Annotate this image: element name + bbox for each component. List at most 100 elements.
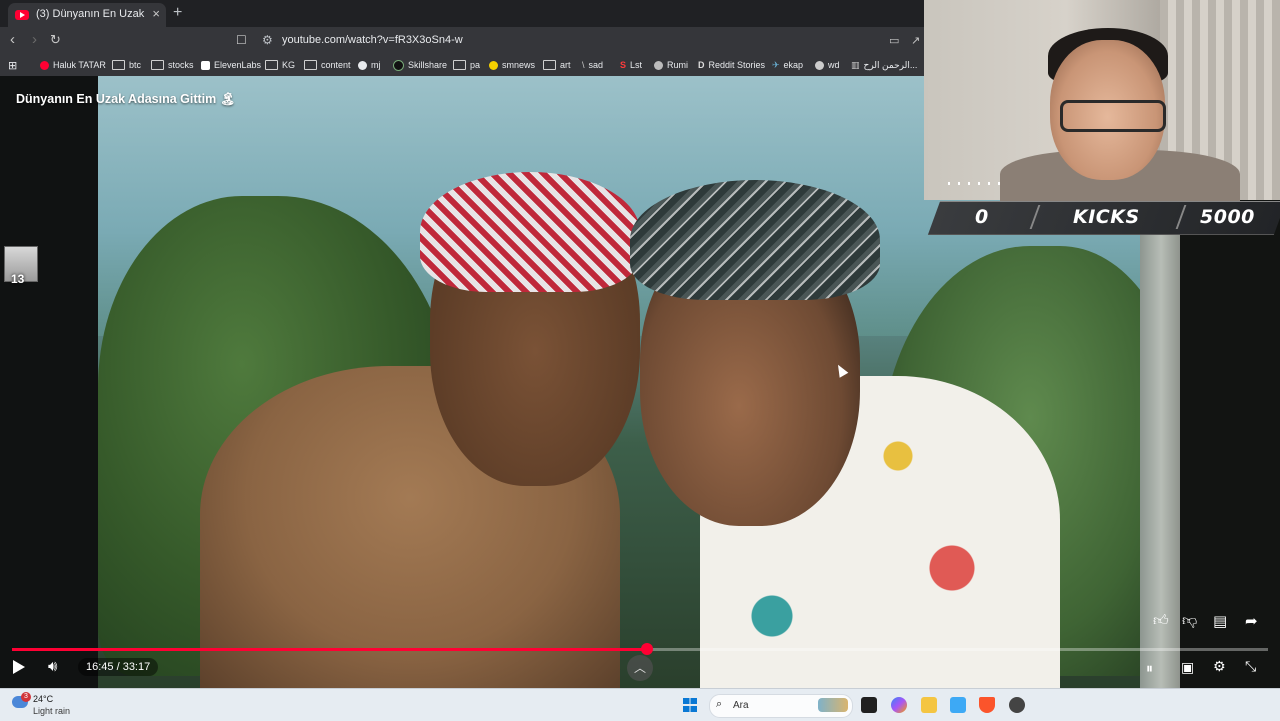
address-bar[interactable]: ⚙ youtube.com/watch?v=fR3X3oSn4-w	[256, 30, 924, 51]
snipping-tool-icon[interactable]	[950, 697, 966, 713]
dislike-icon[interactable]: 👎︎	[1182, 612, 1197, 630]
bookmark-lst[interactable]: S Lst	[620, 58, 642, 72]
skillshare-icon	[393, 59, 404, 71]
letterbox-left	[0, 76, 98, 688]
bookmark-pa[interactable]: pa	[453, 58, 480, 72]
bookmark-label: Skillshare	[408, 60, 448, 70]
bookmark-label: content	[321, 60, 351, 70]
copilot-icon[interactable]	[891, 697, 907, 713]
exit-fullscreen-icon[interactable]: ⤡	[1245, 658, 1256, 675]
brave-browser-icon[interactable]	[979, 697, 995, 713]
tab-title: (3) Dünyanın En Uzak Adasına...	[36, 8, 146, 20]
bookmark-skillshare[interactable]: Skillshare	[393, 58, 447, 72]
bookmark-label: art	[560, 60, 571, 70]
windows-start-icon[interactable]	[683, 698, 697, 712]
bookmark-label: wd	[828, 60, 840, 70]
video-title[interactable]: Dünyanın En Uzak Adasına Gittim 🏝	[16, 92, 236, 107]
reload-icon[interactable]: ↻	[50, 32, 61, 48]
windows-taskbar: 3 24°C Light rain ⌕ Ara	[0, 688, 1280, 721]
obs-icon[interactable]	[1009, 697, 1025, 713]
forward-icon[interactable]: ›	[32, 31, 37, 48]
bookmark-rumi[interactable]: Rumi	[654, 58, 688, 72]
bookmark-arabic[interactable]: ▥ الرحمن الرح...	[851, 58, 917, 72]
bookmark-kg[interactable]: KG	[265, 58, 295, 72]
bookmark-art[interactable]: art	[543, 58, 571, 72]
apps-icon[interactable]: ⊞	[8, 58, 17, 72]
progress-played	[12, 648, 648, 651]
slash-icon: \	[582, 60, 585, 70]
progress-scrubber[interactable]	[641, 643, 654, 655]
play-icon[interactable]	[13, 660, 25, 674]
kicks-label: KICKS	[1073, 206, 1140, 228]
bookmark-wd[interactable]: wd	[815, 58, 840, 72]
bookmark-label: KG	[282, 60, 296, 70]
bookmark-content[interactable]: content	[304, 58, 351, 72]
volume-icon[interactable]: 🔊︎	[48, 658, 57, 675]
bookmark-sad[interactable]: \ sad	[582, 58, 603, 72]
bookmark-icon[interactable]: ☐	[236, 33, 247, 47]
search-placeholder: Ara	[733, 700, 749, 711]
webcam-string-lights	[948, 182, 1008, 185]
kicks-divider	[1029, 205, 1041, 229]
kicks-current: 0	[975, 206, 989, 228]
bookmark-label: stocks	[168, 60, 194, 70]
taskbar-search[interactable]: ⌕ Ara	[709, 694, 853, 718]
tab-strip: (3) Dünyanın En Uzak Adasına... × +	[0, 0, 924, 27]
bookmark-elevenlabs[interactable]: ElevenLabs	[201, 58, 261, 72]
youtube-favicon-icon	[15, 10, 29, 20]
bookmark-btc[interactable]: btc	[112, 58, 141, 72]
weather-description[interactable]: Light rain	[33, 706, 70, 716]
kicks-goal: 5000	[1200, 206, 1255, 228]
bookmarks-bar: ⊞ Haluk TATAR btc stocks ElevenLabs KG c…	[0, 54, 924, 77]
navigation-bar: ‹ › ↻ ☐ ⚙ youtube.com/watch?v=fR3X3oSn4-…	[0, 27, 924, 54]
subtitles-icon[interactable]: ▣	[1181, 659, 1194, 676]
bookmark-ekap[interactable]: ✈ ekap	[772, 58, 803, 72]
folder-icon	[151, 60, 164, 70]
bookmark-label: ekap	[783, 60, 804, 70]
bookmark-stocks[interactable]: stocks	[151, 58, 194, 72]
bookmark-label: Reddit Stories	[708, 60, 766, 70]
weather-badge: 3	[21, 692, 31, 702]
search-highlight-image	[818, 698, 848, 712]
bookmark-mj[interactable]: mj	[358, 58, 381, 72]
site-info-icon[interactable]: ⚙	[262, 33, 273, 47]
bookmark-reddit-stories[interactable]: D Reddit Stories	[698, 58, 765, 72]
task-view-icon[interactable]	[861, 697, 877, 713]
folder-icon	[112, 60, 125, 70]
bookmark-label: ElevenLabs	[214, 60, 262, 70]
close-tab-icon[interactable]: ×	[152, 6, 160, 21]
tab-youtube[interactable]: (3) Dünyanın En Uzak Adasına... ×	[8, 3, 166, 27]
share-icon[interactable]: ↗	[911, 34, 920, 47]
bookmark-smnews[interactable]: smnews	[489, 58, 535, 72]
file-explorer-icon[interactable]	[921, 697, 937, 713]
bookmark-label: smnews	[502, 60, 536, 70]
folder-icon	[265, 60, 278, 70]
new-tab-icon[interactable]: +	[173, 4, 182, 22]
bookmark-label: Rumi	[667, 60, 689, 70]
bookmark-label: Haluk TATAR	[53, 60, 106, 70]
autoplay-toggle-icon[interactable]: ⏸	[1146, 660, 1153, 677]
kicks-counter: 0 KICKS 5000	[934, 201, 1280, 233]
cast-icon[interactable]: ▭	[889, 34, 899, 47]
smiley-icon	[489, 60, 498, 70]
weather-temperature[interactable]: 24°C	[33, 694, 53, 704]
settings-gear-icon[interactable]: ⚙	[1213, 658, 1226, 675]
github-icon	[358, 60, 367, 70]
bookmark-haluk[interactable]: Haluk TATAR	[40, 58, 106, 72]
comments-icon[interactable]: ▤	[1213, 612, 1227, 630]
browser-window: (3) Dünyanın En Uzak Adasına... × + ‹ › …	[0, 0, 924, 77]
progress-bar[interactable]	[12, 643, 1268, 655]
share-arrow-icon[interactable]: ➦	[1245, 612, 1258, 630]
like-icon[interactable]: 👍︎	[1153, 612, 1169, 630]
channel-badge: 13	[11, 272, 25, 286]
chevron-up-icon[interactable]: ︿	[627, 655, 653, 681]
webcam-streamer-glasses	[1060, 100, 1166, 132]
bird-icon: ✈	[772, 59, 780, 70]
url-text: youtube.com/watch?v=fR3X3oSn4-w	[282, 34, 463, 46]
search-icon: ⌕	[716, 698, 723, 710]
wd-icon	[815, 60, 824, 70]
back-icon[interactable]: ‹	[10, 31, 15, 48]
d-icon: D	[698, 60, 705, 70]
video-frame-red-turban	[420, 172, 640, 292]
kicks-divider	[1175, 205, 1187, 229]
